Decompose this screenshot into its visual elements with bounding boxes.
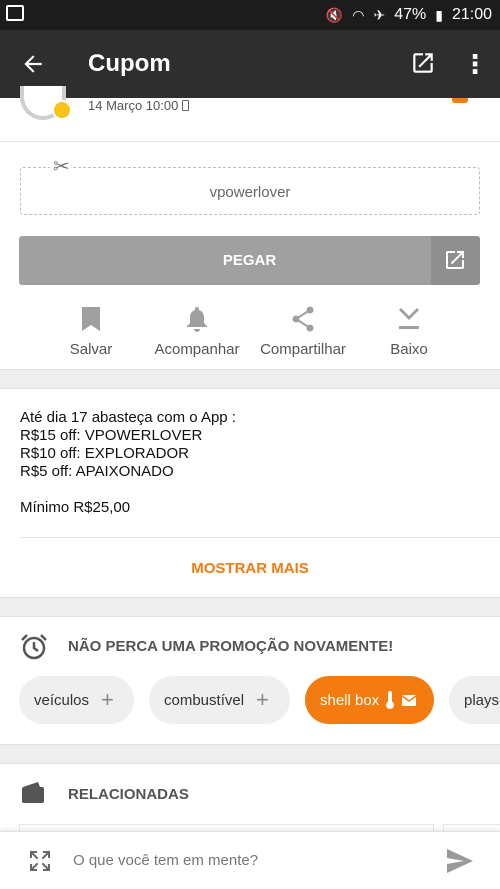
description-line: Mínimo R$25,00	[20, 499, 131, 516]
chip-combustivel[interactable]: combustível +	[149, 676, 290, 724]
more-vert-icon[interactable]: ⋮	[462, 48, 488, 80]
description-line: R$5 off: APAIXONADO	[20, 463, 174, 480]
post-header	[0, 98, 500, 142]
share-button[interactable]: Compartilhar	[255, 305, 351, 358]
wallet-icon	[22, 782, 44, 803]
chip-label: shell box	[320, 691, 380, 709]
divider	[20, 537, 500, 538]
sun-badge-icon	[52, 100, 72, 120]
page-title: Cupom	[88, 50, 171, 77]
mobile-icon	[182, 100, 190, 111]
mute-icon: 🔇	[325, 6, 344, 23]
chip-label: plays	[464, 691, 500, 709]
plus-icon: +	[101, 687, 114, 712]
plus-icon: +	[256, 687, 269, 712]
battery-percent: 47%	[394, 6, 427, 23]
coupon-code-box[interactable]: vpowerlover	[20, 167, 480, 215]
wifi-icon: ◠	[352, 6, 365, 23]
description-line: R$15 off: VPOWERLOVER	[20, 427, 203, 444]
mail-icon	[402, 694, 417, 706]
scissors-icon: ✂	[50, 157, 73, 177]
open-external-icon[interactable]	[431, 236, 480, 285]
keyword-chips: veículos + combustível + shell box plays	[19, 676, 500, 724]
alert-heading-row: NÃO PERCA UMA PROMOÇÃO NOVAMENTE!	[20, 633, 490, 661]
share-icon	[255, 305, 351, 333]
post-date: 14 Março 10:00	[88, 98, 190, 113]
coupon-description: Até dia 17 abasteça com o App : R$15 off…	[20, 409, 480, 517]
chip-label: combustível	[164, 691, 245, 709]
bookmark-icon	[61, 305, 121, 333]
vote-indicator[interactable]	[452, 98, 468, 103]
battery-icon: ▮	[435, 6, 443, 23]
chip-label: veículos	[34, 691, 90, 709]
description-line: R$10 off: EXPLORADOR	[20, 445, 189, 462]
chip-shell-box[interactable]: shell box	[305, 676, 434, 724]
section-divider	[0, 369, 500, 389]
status-bar: 🔇 ◠ ✈ 47% ▮ 21:00	[0, 0, 500, 30]
description-line	[20, 481, 480, 499]
related-heading-row: RELACIONADAS	[20, 780, 480, 808]
thermometer-icon	[386, 691, 395, 709]
post-date-text: 14 Março 10:00	[88, 98, 179, 113]
expand-icon[interactable]	[28, 849, 52, 873]
save-label: Salvar	[69, 341, 113, 358]
action-row: Salvar Acompanhar Compartilhar Baixo	[0, 305, 500, 365]
coupon-code: vpowerlover	[209, 184, 291, 201]
get-coupon-label: PEGAR	[222, 252, 277, 269]
follow-label: Acompanhar	[154, 341, 240, 358]
download-button[interactable]: Baixo	[383, 305, 435, 358]
activity-icon	[6, 5, 24, 21]
show-more-button[interactable]: MOSTRAR MAIS	[0, 560, 500, 577]
save-button[interactable]: Salvar	[61, 305, 121, 358]
section-divider	[0, 744, 500, 764]
clock: 21:00	[451, 6, 492, 23]
related-heading: RELACIONADAS	[68, 786, 189, 803]
chip-veiculos[interactable]: veículos +	[19, 676, 134, 724]
download-icon	[383, 305, 435, 333]
send-icon[interactable]	[446, 848, 474, 874]
back-arrow-icon[interactable]	[20, 46, 50, 82]
composer-bar: O que você tem em mente?	[0, 831, 500, 889]
description-line: Até dia 17 abasteça com o App :	[20, 409, 236, 426]
bell-icon	[150, 305, 244, 333]
get-coupon-button[interactable]: PEGAR	[19, 236, 480, 285]
open-external-icon[interactable]	[410, 50, 436, 76]
section-divider	[0, 597, 500, 617]
chip-plays[interactable]: plays	[449, 676, 500, 724]
alarm-clock-icon	[21, 634, 47, 660]
airplane-icon: ✈	[373, 6, 386, 23]
app-bar: Cupom ⋮	[0, 30, 500, 98]
download-label: Baixo	[390, 341, 428, 358]
follow-button[interactable]: Acompanhar	[150, 305, 244, 358]
alert-heading: NÃO PERCA UMA PROMOÇÃO NOVAMENTE!	[68, 638, 394, 655]
share-label: Compartilhar	[260, 341, 346, 358]
composer-input[interactable]: O que você tem em mente?	[73, 852, 258, 869]
